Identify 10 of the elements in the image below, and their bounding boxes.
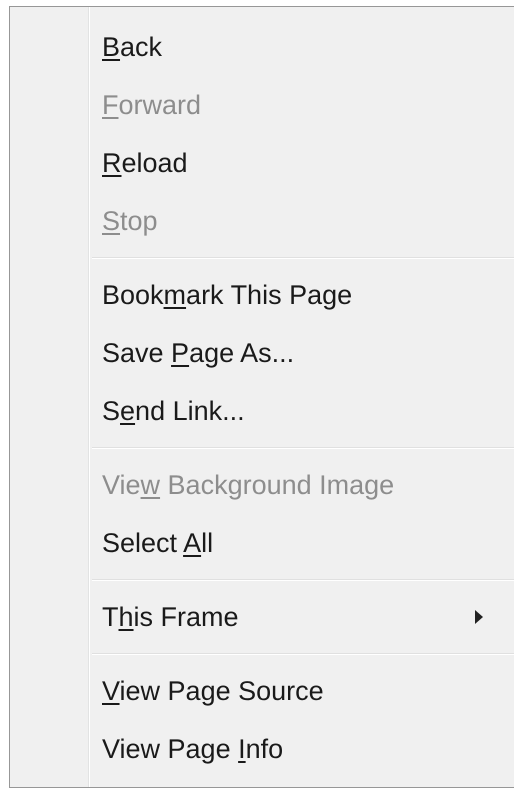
menu-item[interactable]: Back xyxy=(92,18,514,76)
menu-item[interactable]: Send Link... xyxy=(92,382,514,440)
menu-item[interactable]: View Page Source xyxy=(92,662,514,720)
submenu-arrow-icon xyxy=(475,610,483,624)
menu-item[interactable]: Bookmark This Page xyxy=(92,266,514,324)
menu-item[interactable]: View Page Info xyxy=(92,720,514,778)
menu-item[interactable]: This Frame xyxy=(92,588,514,646)
menu-item[interactable]: Save Page As... xyxy=(92,324,514,382)
menu-item[interactable]: Select All xyxy=(92,514,514,572)
menu-item[interactable]: Reload xyxy=(92,134,514,192)
